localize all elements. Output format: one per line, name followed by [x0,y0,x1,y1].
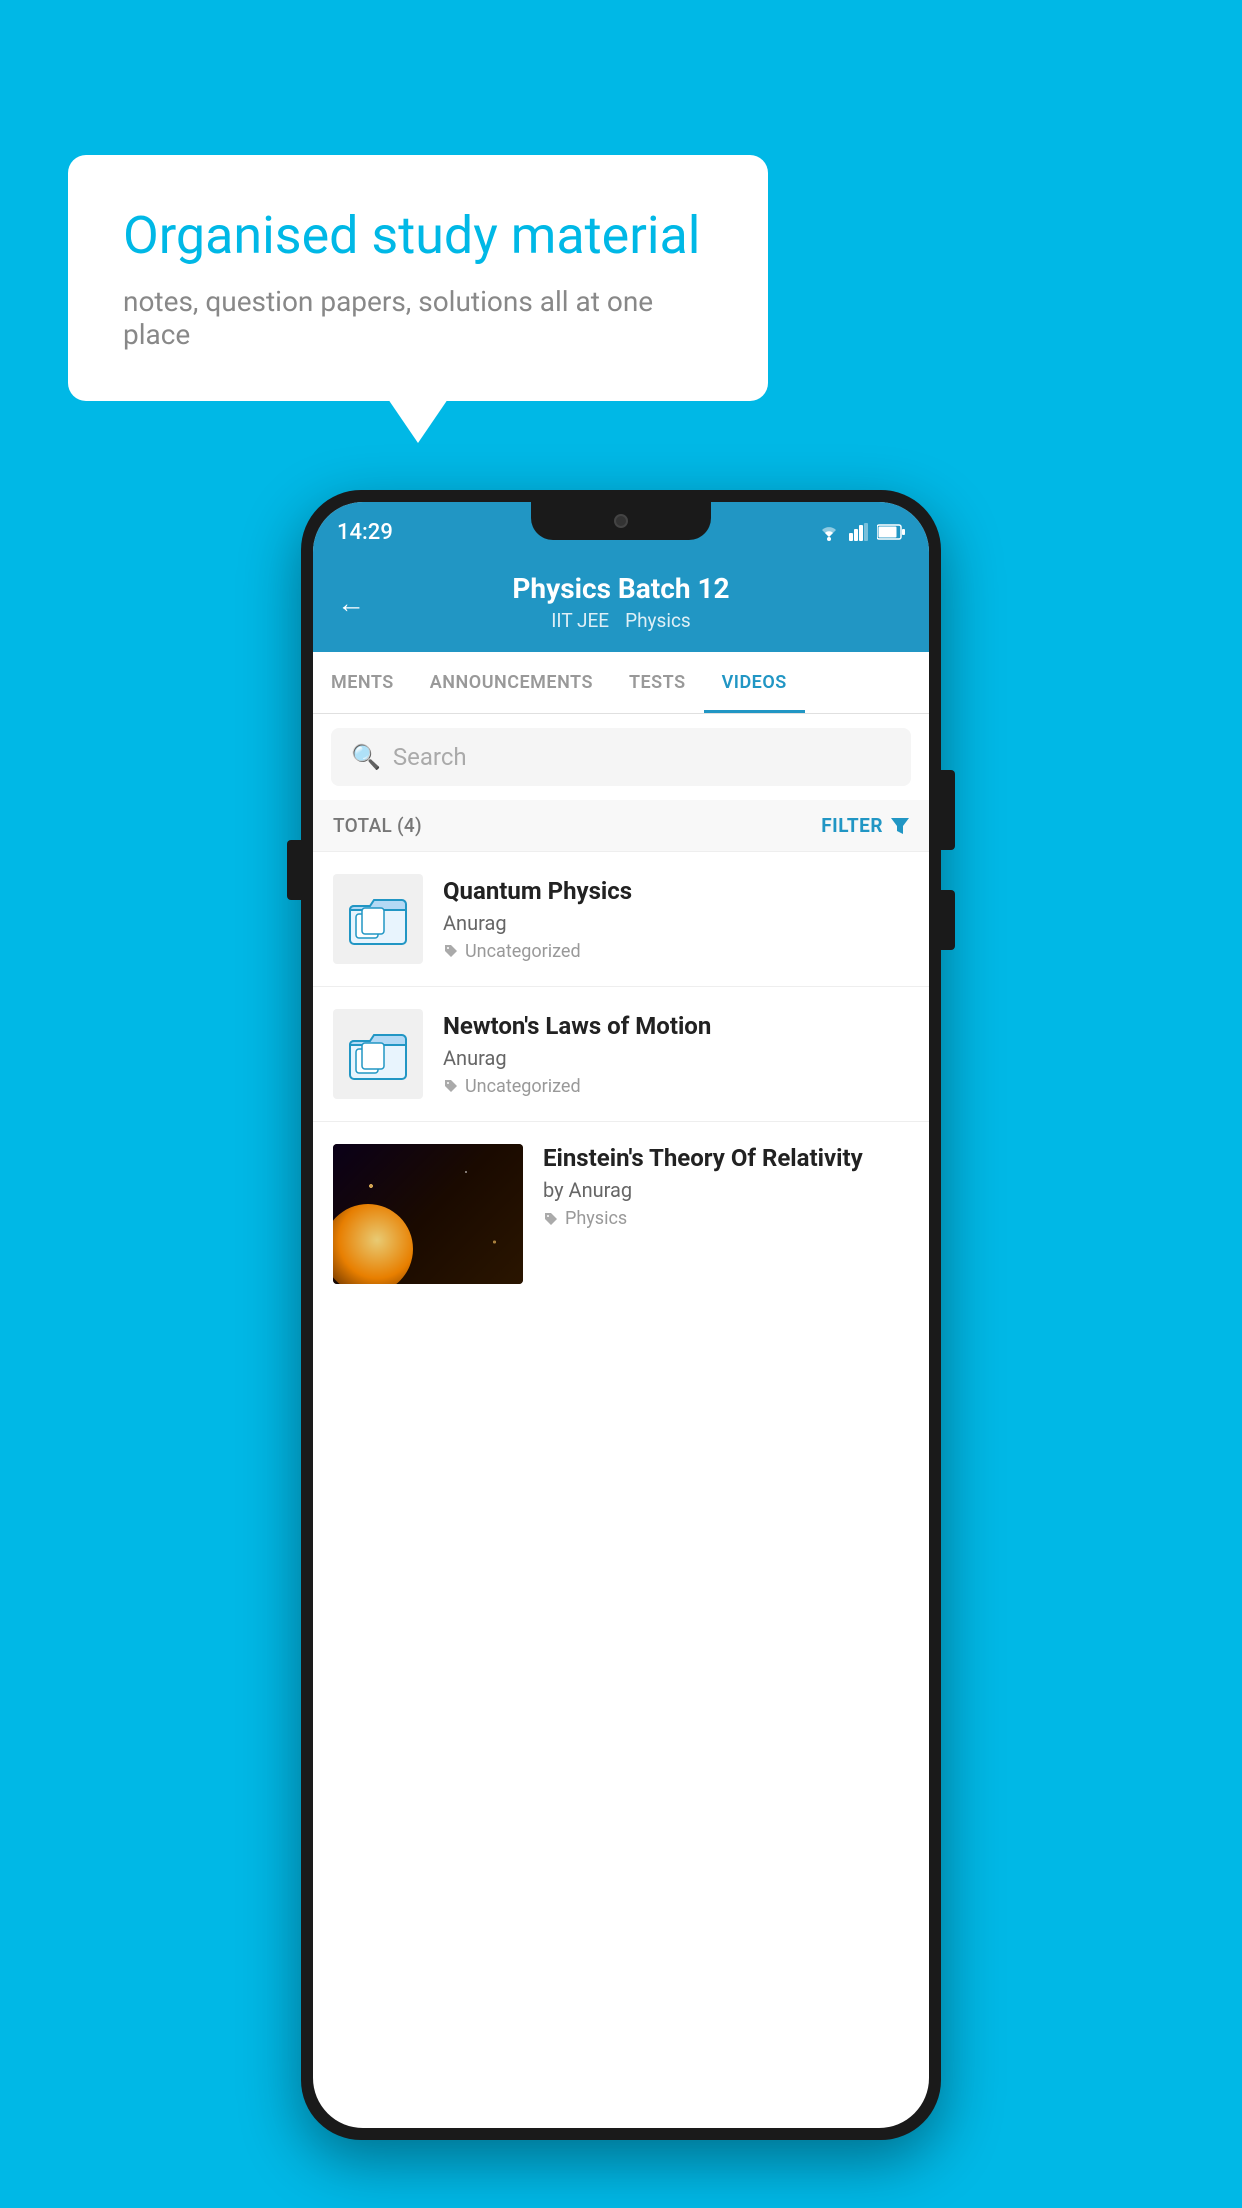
filter-row: TOTAL (4) FILTER [313,800,929,852]
tag-label: Uncategorized [465,1076,581,1097]
header-title: Physics Batch 12 [512,572,729,605]
signal-icon [849,523,869,541]
tab-tests[interactable]: TESTS [611,652,704,713]
video-folder-thumb [333,1009,423,1099]
tag-icon [443,943,459,959]
header-sub-physics: Physics [625,609,691,632]
search-input[interactable]: 🔍 Search [331,728,911,786]
phone-mockup: 14:29 [301,490,941,2140]
back-button[interactable]: ← [337,587,365,620]
list-item[interactable]: Einstein's Theory Of Relativity by Anura… [313,1122,929,1284]
status-icons [817,523,905,541]
filter-label: FILTER [821,814,883,837]
tabs-bar: MENTS ANNOUNCEMENTS TESTS VIDEOS [313,652,929,714]
wifi-icon [817,523,841,541]
tag-label: Uncategorized [465,941,581,962]
video-tag: Uncategorized [443,941,909,962]
video-item-info: Einstein's Theory Of Relativity by Anura… [543,1144,909,1229]
phone-screen: 14:29 [313,502,929,2128]
filter-button[interactable]: FILTER [821,814,909,837]
search-icon: 🔍 [351,743,381,771]
speech-bubble-title: Organised study material [123,205,713,267]
tab-ments[interactable]: MENTS [313,652,412,713]
folder-icon [348,1027,408,1082]
tag-label: Physics [565,1208,627,1229]
search-container: 🔍 Search [313,714,929,800]
phone-notch [531,502,711,540]
phone-outer: 14:29 [301,490,941,2140]
header-sub-iit: IIT JEE [551,609,609,632]
search-placeholder: Search [393,743,467,771]
volume-button [287,840,301,900]
video-thumbnail [333,1144,523,1284]
status-time: 14:29 [337,520,393,545]
list-item[interactable]: Quantum Physics Anurag Uncategorized [313,852,929,987]
video-tag: Uncategorized [443,1076,909,1097]
tag-icon [543,1211,559,1227]
header-subtitle: IIT JEE Physics [551,609,690,632]
volume-down-button [941,890,955,950]
video-folder-thumb [333,874,423,964]
tag-icon [443,1078,459,1094]
filter-icon [891,818,909,834]
video-item-info: Newton's Laws of Motion Anurag Uncategor… [443,1012,909,1097]
app-header: ← Physics Batch 12 IIT JEE Physics [313,554,929,652]
video-author: by Anurag [543,1178,909,1202]
video-list: Quantum Physics Anurag Uncategorized [313,852,929,1284]
front-camera [614,514,628,528]
tab-videos[interactable]: VIDEOS [704,652,805,713]
speech-bubble: Organised study material notes, question… [68,155,768,401]
video-author: Anurag [443,911,909,935]
battery-icon [877,524,905,540]
speech-bubble-subtitle: notes, question papers, solutions all at… [123,285,713,351]
video-tag: Physics [543,1208,909,1229]
video-item-info: Quantum Physics Anurag Uncategorized [443,877,909,962]
total-label: TOTAL (4) [333,814,422,837]
video-author: Anurag [443,1046,909,1070]
tab-announcements[interactable]: ANNOUNCEMENTS [412,652,611,713]
speech-bubble-container: Organised study material notes, question… [68,155,768,401]
power-button [941,770,955,850]
list-item[interactable]: Newton's Laws of Motion Anurag Uncategor… [313,987,929,1122]
video-title: Einstein's Theory Of Relativity [543,1144,909,1172]
video-title: Newton's Laws of Motion [443,1012,909,1040]
folder-icon [348,892,408,947]
video-title: Quantum Physics [443,877,909,905]
